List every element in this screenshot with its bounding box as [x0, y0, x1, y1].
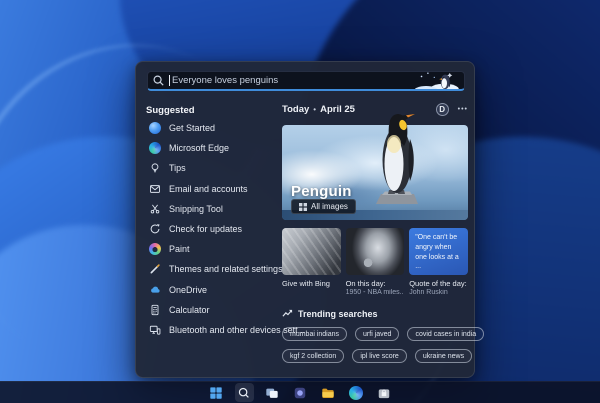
suggested-item-label: Microsoft Edge [169, 143, 230, 154]
daily-cards: Give with Bing On this day: 1950 - NBA m… [282, 228, 468, 296]
text-caret [169, 75, 170, 86]
suggested-title: Suggested [146, 105, 195, 116]
suggested-item-snipping-tool[interactable]: Snipping Tool [149, 199, 279, 219]
today-label: Today [282, 104, 310, 115]
taskbar [0, 381, 600, 403]
more-options-button[interactable]: ••• [458, 106, 468, 113]
cloud-icon [151, 286, 160, 293]
search-input[interactable]: Everyone loves penguins [172, 75, 415, 86]
suggested-item-onedrive[interactable]: OneDrive [149, 280, 279, 300]
search-icon [153, 75, 164, 86]
date-label: April 25 [320, 104, 355, 115]
penguin-doodle-illustration [415, 72, 459, 89]
trending-header: Trending searches [282, 308, 472, 319]
scissors-icon [150, 204, 160, 214]
devices-icon [149, 325, 161, 335]
card-title: Give with Bing [282, 279, 330, 288]
card-give-with-bing[interactable]: Give with Bing [282, 228, 341, 296]
trending-section: Trending searches mumbai indians urfi ja… [282, 308, 485, 363]
trending-icon [282, 309, 293, 317]
suggested-item-email-accounts[interactable]: Email and accounts [149, 179, 279, 199]
quote-image: "One can't be angry when one looks at a … [409, 228, 468, 275]
task-view-icon [266, 388, 278, 398]
suggested-item-calculator[interactable]: Calculator [149, 300, 279, 320]
suggested-item-bluetooth-devices[interactable]: Bluetooth and other devices sett... [149, 320, 305, 340]
suggested-item-label: Email and accounts [169, 183, 248, 194]
suggested-item-label: OneDrive [169, 284, 208, 295]
hero-card-penguin[interactable]: Penguin All images [282, 114, 468, 220]
store-button[interactable] [375, 383, 394, 402]
suggested-list: Get Started Microsoft Edge Tips Email an… [149, 118, 305, 340]
suggested-item-label: Paint [169, 244, 190, 255]
palette-icon [149, 243, 161, 256]
lightbulb-icon [151, 163, 159, 173]
trending-title: Trending searches [298, 308, 378, 319]
chat-button[interactable] [291, 383, 310, 402]
images-icon [299, 202, 307, 211]
suggested-item-microsoft-edge[interactable]: Microsoft Edge [149, 138, 279, 158]
card-on-this-day[interactable]: On this day: 1950 - NBA miles... [345, 228, 405, 296]
dot-separator: • [313, 105, 317, 114]
trending-pill[interactable]: mumbai indians [282, 327, 348, 341]
trending-pill[interactable]: ukraine news [414, 349, 473, 363]
card-title: Quote of the day: [409, 279, 467, 288]
daily-badge-button[interactable]: D [435, 103, 449, 116]
card-quote-of-the-day[interactable]: "One can't be angry when one looks at a … [409, 228, 468, 296]
card-title: On this day: [345, 279, 386, 288]
edge-icon [149, 142, 161, 155]
edge-icon [349, 385, 363, 400]
suggested-item-label: Get Started [169, 123, 216, 134]
suggested-item-label: Check for updates [169, 224, 243, 235]
chat-icon [294, 387, 306, 398]
search-panel: Everyone loves penguins Suggested Get St… [135, 61, 485, 378]
windows-logo-icon [210, 386, 222, 399]
search-icon [238, 387, 249, 398]
card-subtitle: John Ruskin [409, 289, 448, 296]
penguin-illustration [376, 114, 418, 204]
card-subtitle: 1950 - NBA miles... [345, 289, 405, 296]
folder-icon [322, 388, 334, 398]
hero-title: Penguin [291, 183, 352, 200]
store-icon [378, 388, 390, 398]
trending-row: kgf 2 collection ipl live score ukraine … [282, 349, 473, 363]
give-with-bing-image [282, 228, 341, 275]
on-this-day-image [345, 228, 405, 275]
suggested-item-label: Calculator [169, 304, 210, 315]
suggested-item-label: Snipping Tool [169, 203, 223, 214]
trending-pill[interactable]: ipl live score [352, 349, 407, 363]
calculator-icon [151, 304, 159, 315]
get-started-icon [149, 122, 161, 135]
quote-text: "One can't be angry when one looks at a … [415, 234, 459, 271]
task-view-button[interactable] [263, 383, 282, 402]
all-images-label: All images [311, 202, 348, 211]
trending-pill[interactable]: urfi javed [355, 327, 400, 341]
all-images-button[interactable]: All images [291, 199, 356, 214]
start-button[interactable] [207, 383, 226, 402]
trending-pill[interactable]: kgf 2 collection [282, 349, 345, 363]
file-explorer-button[interactable] [319, 383, 338, 402]
suggested-item-tips[interactable]: Tips [149, 158, 279, 178]
suggested-item-themes[interactable]: Themes and related settings [149, 259, 283, 279]
suggested-item-label: Tips [169, 163, 186, 174]
trending-row: mumbai indians urfi javed covid cases in… [282, 327, 485, 341]
search-bar[interactable]: Everyone loves penguins [147, 71, 465, 91]
desktop: Everyone loves penguins Suggested Get St… [0, 0, 600, 403]
suggested-item-get-started[interactable]: Get Started [149, 118, 279, 138]
suggested-item-paint[interactable]: Paint [149, 239, 279, 259]
edge-button[interactable] [347, 383, 366, 402]
suggested-item-check-for-updates[interactable]: Check for updates [149, 219, 279, 239]
search-taskbar-button[interactable] [234, 383, 254, 402]
pencil-icon [150, 264, 160, 274]
suggested-item-label: Themes and related settings [169, 264, 283, 275]
refresh-icon [150, 224, 160, 234]
envelope-icon [150, 184, 160, 193]
trending-pill[interactable]: covid cases in india [407, 327, 485, 341]
